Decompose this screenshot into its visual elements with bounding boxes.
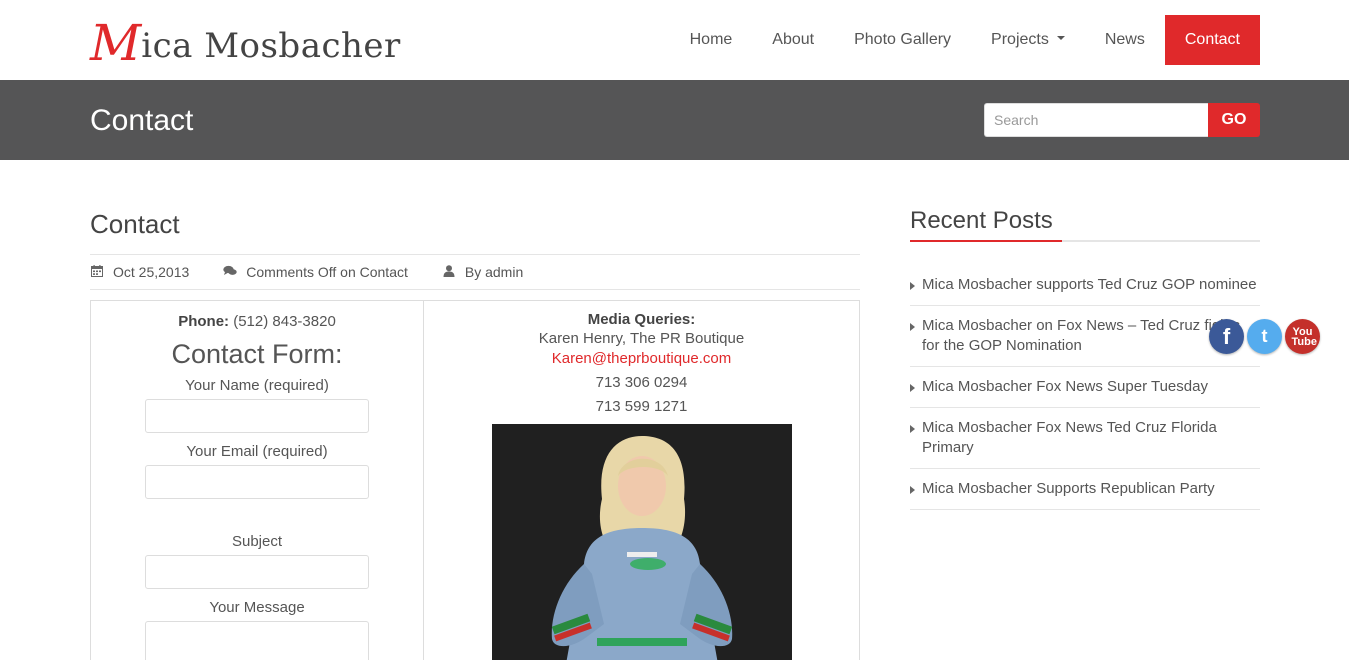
post-author: By admin bbox=[442, 264, 523, 280]
recent-post-item[interactable]: Mica Mosbacher on Fox News – Ted Cruz fi… bbox=[910, 306, 1260, 367]
phone-value: (512) 843-3820 bbox=[233, 313, 336, 330]
email-label: Your Email (required) bbox=[186, 443, 328, 460]
nav-contact[interactable]: Contact bbox=[1164, 15, 1260, 65]
post-comments-text: Comments Off on Contact bbox=[246, 264, 408, 280]
portrait-photo bbox=[492, 424, 792, 660]
page-title-band: Contact GO bbox=[0, 80, 1349, 160]
nav-projects-label: Projects bbox=[991, 31, 1049, 48]
youtube-icon[interactable]: You Tube bbox=[1285, 319, 1320, 354]
media-contact-email[interactable]: Karen@theprboutique.com bbox=[424, 349, 859, 369]
email-field[interactable] bbox=[145, 465, 369, 499]
post-title: Contact bbox=[90, 209, 180, 239]
recent-post-link[interactable]: Mica Mosbacher Fox News Ted Cruz Florida… bbox=[922, 419, 1217, 456]
youtube-glyph: You Tube bbox=[1291, 325, 1317, 348]
recent-post-item[interactable]: Mica Mosbacher Supports Republican Party bbox=[910, 469, 1260, 510]
logo-initial: M bbox=[90, 14, 142, 72]
contact-form-column: Phone: (512) 843-3820 Contact Form: Your… bbox=[91, 301, 424, 660]
recent-post-link[interactable]: Mica Mosbacher Supports Republican Party bbox=[922, 480, 1215, 497]
caret-right-icon bbox=[910, 282, 915, 290]
twitter-icon[interactable]: t bbox=[1247, 319, 1282, 354]
caret-right-icon bbox=[910, 425, 915, 433]
search-form: GO bbox=[984, 103, 1260, 137]
nav-about[interactable]: About bbox=[752, 15, 834, 65]
nav-about-label: About bbox=[772, 31, 815, 48]
site-header: M ica Mosbacher Home About Photo Gallery… bbox=[0, 0, 1349, 80]
search-input[interactable] bbox=[984, 103, 1208, 137]
sidebar-divider-accent bbox=[910, 240, 1062, 242]
subject-label: Subject bbox=[231, 533, 283, 550]
post-author-text: By admin bbox=[464, 264, 524, 280]
phone-line: Phone: (512) 843-3820 bbox=[91, 313, 423, 331]
media-phone-1: 713 306 0294 bbox=[595, 374, 688, 391]
recent-post-link[interactable]: Mica Mosbacher supports Ted Cruz GOP nom… bbox=[922, 276, 1257, 293]
post-date-text: Oct 25,2013 bbox=[113, 264, 190, 280]
recent-post-link[interactable]: Mica Mosbacher on Fox News – Ted Cruz fi… bbox=[922, 317, 1240, 354]
subject-field[interactable] bbox=[145, 555, 369, 589]
recent-post-item[interactable]: Mica Mosbacher Fox News Super Tuesday bbox=[910, 367, 1260, 408]
comments-icon bbox=[223, 265, 237, 280]
name-label: Your Name (required) bbox=[185, 377, 329, 394]
post-date: Oct 25,2013 bbox=[90, 264, 189, 280]
nav-news[interactable]: News bbox=[1085, 15, 1165, 65]
post-comments: Comments Off on Contact bbox=[223, 264, 408, 280]
calendar-icon bbox=[90, 264, 104, 280]
caret-right-icon bbox=[910, 486, 915, 494]
contact-form-heading: Contact Form: bbox=[171, 339, 343, 369]
recent-post-item[interactable]: Mica Mosbacher supports Ted Cruz GOP nom… bbox=[910, 265, 1260, 306]
phone-label: Phone: bbox=[178, 313, 230, 330]
media-queries-title: Media Queries: bbox=[587, 311, 696, 328]
contact-table: Phone: (512) 843-3820 Contact Form: Your… bbox=[90, 300, 860, 660]
search-go-button[interactable]: GO bbox=[1208, 103, 1260, 137]
nav-photo-gallery-label: Photo Gallery bbox=[854, 31, 952, 48]
facebook-glyph: f bbox=[1222, 323, 1231, 349]
media-contact-name: Karen Henry, The PR Boutique bbox=[538, 330, 745, 347]
user-icon bbox=[442, 264, 456, 280]
main-nav: Home About Photo Gallery Projects News C… bbox=[670, 15, 1260, 65]
recent-post-link[interactable]: Mica Mosbacher Fox News Super Tuesday bbox=[922, 378, 1208, 395]
caret-right-icon bbox=[910, 384, 915, 392]
nav-home-label: Home bbox=[689, 31, 733, 48]
portrait-illustration bbox=[492, 424, 792, 660]
nav-projects[interactable]: Projects bbox=[971, 15, 1085, 65]
site-logo[interactable]: M ica Mosbacher bbox=[90, 8, 401, 68]
message-field[interactable] bbox=[145, 621, 369, 660]
message-label: Your Message bbox=[209, 599, 305, 616]
nav-home[interactable]: Home bbox=[670, 15, 753, 65]
facebook-icon[interactable]: f bbox=[1209, 319, 1244, 354]
recent-post-item[interactable]: Mica Mosbacher Fox News Ted Cruz Florida… bbox=[910, 408, 1260, 469]
nav-photo-gallery[interactable]: Photo Gallery bbox=[834, 15, 971, 65]
post-meta: Oct 25,2013 Comments Off on Contact By a… bbox=[90, 254, 860, 290]
recent-posts-title: Recent Posts bbox=[910, 207, 1053, 234]
media-queries-column: Media Queries: Karen Henry, The PR Bouti… bbox=[424, 301, 859, 660]
nav-news-label: News bbox=[1104, 31, 1145, 48]
twitter-glyph: t bbox=[1261, 326, 1268, 346]
page-title: Contact bbox=[90, 104, 194, 137]
caret-right-icon bbox=[910, 323, 915, 331]
logo-text: ica Mosbacher bbox=[141, 26, 401, 66]
nav-contact-label: Contact bbox=[1184, 31, 1240, 48]
recent-posts-list: Mica Mosbacher supports Ted Cruz GOP nom… bbox=[910, 265, 1260, 510]
name-field[interactable] bbox=[145, 399, 369, 433]
media-phone-2: 713 599 1271 bbox=[595, 398, 688, 415]
chevron-down-icon bbox=[1056, 35, 1065, 40]
